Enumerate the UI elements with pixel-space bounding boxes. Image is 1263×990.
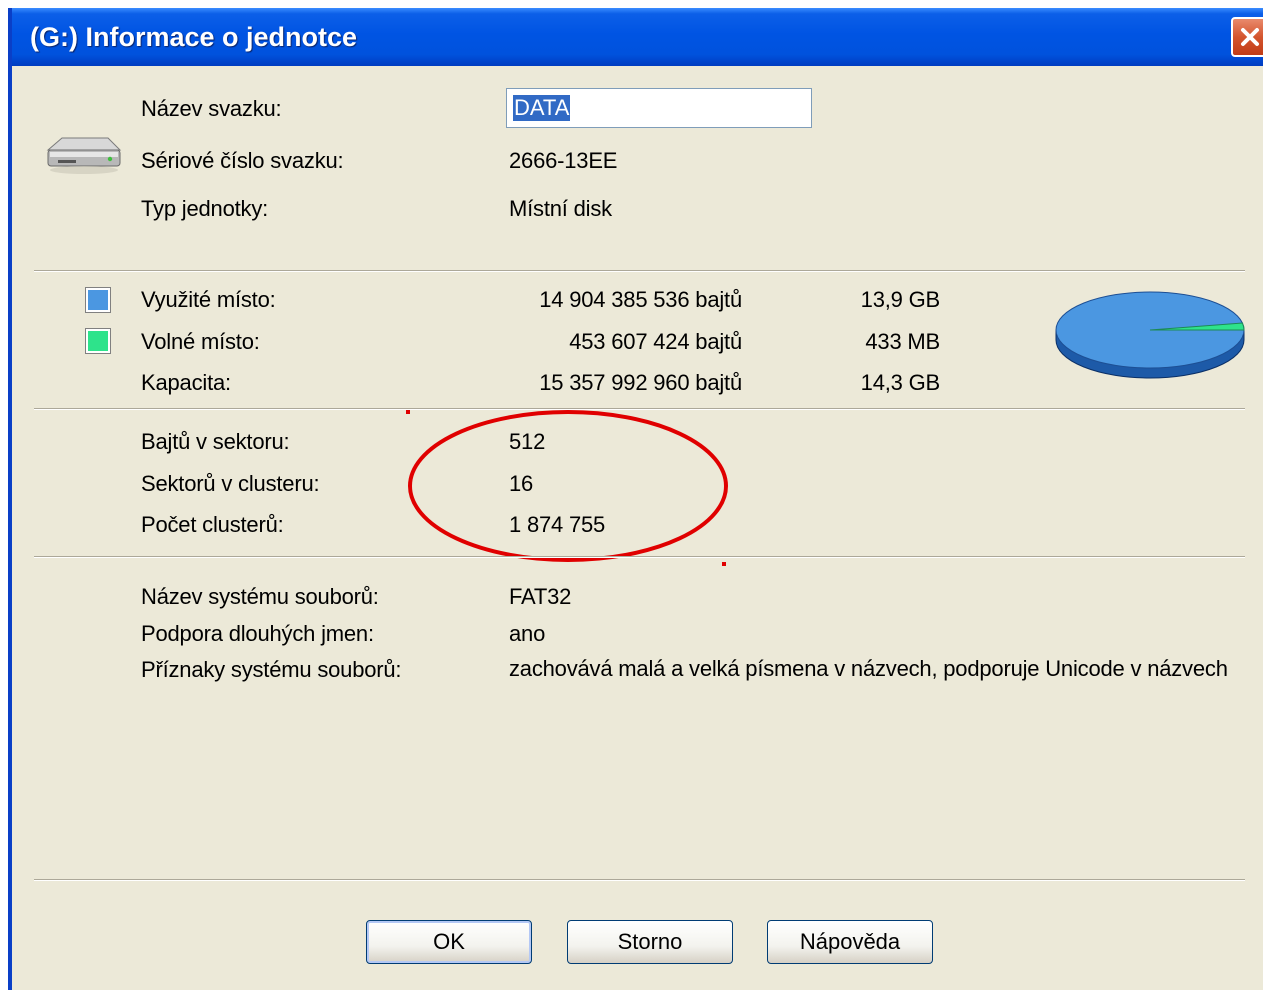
annotation-ellipse — [408, 410, 728, 562]
capacity-bytes: 15 357 992 960 bajtů — [539, 370, 742, 395]
window-title: (G:) Informace o jednotce — [30, 22, 358, 52]
cancel-button[interactable]: Storno — [567, 920, 733, 964]
annotation-mark — [722, 562, 726, 566]
close-button[interactable] — [1231, 17, 1263, 57]
hard-drive-icon — [46, 137, 122, 174]
filesystem-flags-label: Příznaky systému souborů: — [141, 657, 402, 682]
drive-info-dialog: (G:) Informace o jednotce Název svazku: … — [8, 8, 1263, 990]
separator — [34, 879, 1245, 881]
annotation-mark — [406, 410, 410, 414]
filesystem-flags-value: zachovává malá a velká písmena v názvech… — [509, 656, 1228, 681]
capacity-size: 14,3 GB — [860, 370, 941, 395]
free-space-size: 433 MB — [865, 329, 940, 354]
separator — [34, 270, 1245, 272]
used-space-swatch — [85, 287, 111, 313]
help-button[interactable]: Nápověda — [767, 920, 933, 964]
ok-button[interactable]: OK — [366, 920, 532, 964]
serial-number-value: 2666-13EE — [509, 148, 618, 173]
volume-name-value: DATA — [513, 95, 571, 121]
cluster-count-label: Počet clusterů: — [141, 512, 284, 537]
used-space-bytes: 14 904 385 536 bajtů — [539, 287, 742, 312]
used-space-label: Využité místo: — [141, 287, 276, 312]
separator — [34, 556, 1245, 558]
volume-name-input[interactable]: DATA — [506, 88, 812, 128]
bytes-per-sector-label: Bajtů v sektoru: — [141, 429, 290, 454]
highlight-annotation — [406, 410, 728, 566]
volume-name-label: Název svazku: — [141, 96, 282, 121]
title-bar[interactable]: (G:) Informace o jednotce — [12, 8, 1263, 66]
drive-type-value: Místní disk — [509, 196, 612, 221]
free-space-label: Volné místo: — [141, 329, 260, 354]
long-names-value: ano — [509, 621, 546, 646]
filesystem-name-label: Název systému souborů: — [141, 584, 379, 609]
serial-number-label: Sériové číslo svazku: — [141, 148, 344, 173]
sectors-per-cluster-label: Sektorů v clusteru: — [141, 471, 320, 496]
long-names-label: Podpora dlouhých jmen: — [141, 621, 374, 646]
filesystem-name-value: FAT32 — [509, 584, 572, 609]
disk-usage-pie-chart — [1055, 291, 1245, 379]
free-space-bytes: 453 607 424 bajtů — [569, 329, 742, 354]
free-space-swatch — [85, 328, 111, 354]
drive-type-label: Typ jednotky: — [141, 196, 269, 221]
used-space-size: 13,9 GB — [860, 287, 941, 312]
close-icon — [1241, 28, 1259, 46]
capacity-label: Kapacita: — [141, 370, 231, 395]
